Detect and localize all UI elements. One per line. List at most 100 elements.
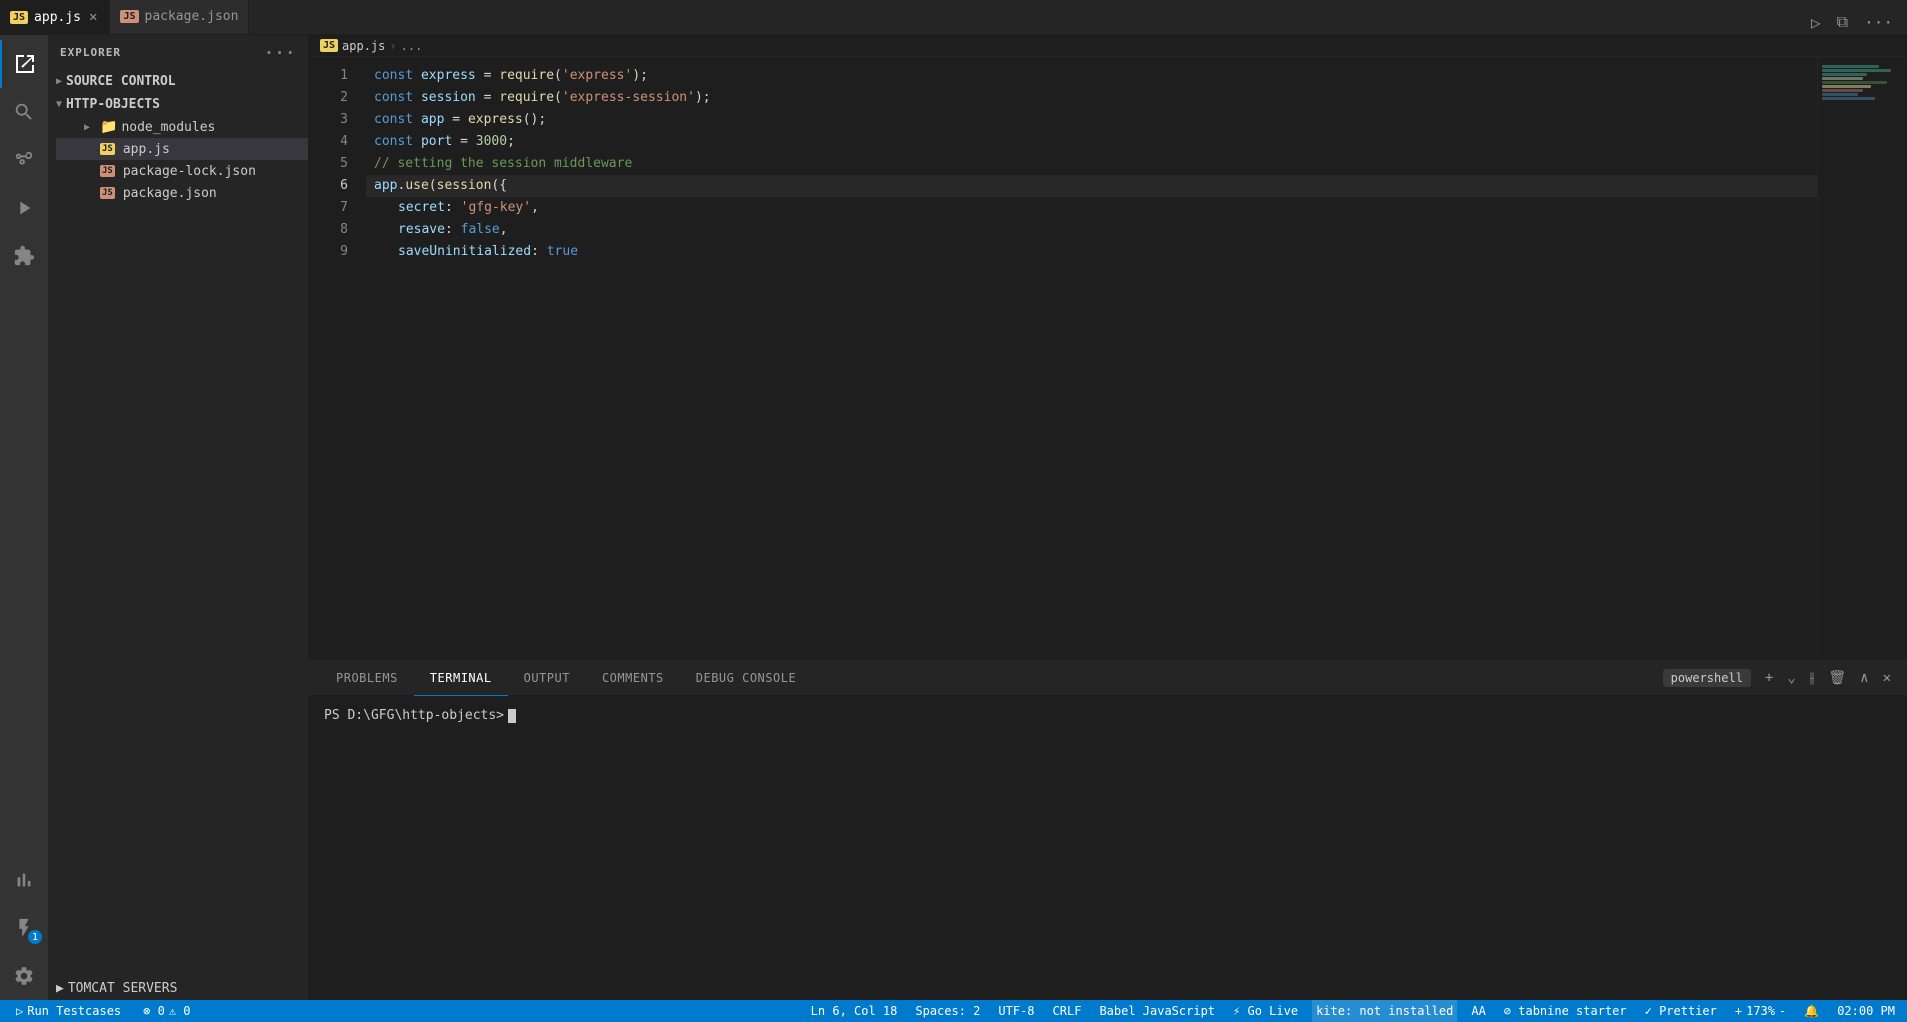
activity-item-run[interactable]	[0, 184, 48, 232]
close-terminal-button[interactable]: ✕	[1879, 668, 1895, 688]
zoom-control[interactable]: + 173% -	[1731, 1000, 1790, 1022]
run-button[interactable]: ▷	[1807, 11, 1825, 34]
activity-item-source-control[interactable]	[0, 136, 48, 184]
status-left: ▷ Run Testcases ⊗ 0 ⚠ 0	[8, 1000, 195, 1022]
encoding-button[interactable]: UTF-8	[994, 1000, 1038, 1022]
tab-terminal[interactable]: TERMINAL	[414, 661, 508, 696]
terminal-prompt: PS D:\GFG\http-objects>	[324, 708, 1891, 723]
tab-bar-actions: ▷ ⧉ ···	[1807, 10, 1907, 34]
language-label: Babel JavaScript	[1099, 1004, 1215, 1018]
prettier-button[interactable]: ✓ Prettier	[1641, 1000, 1721, 1022]
code-line-1: const express = require('express');	[366, 65, 1817, 87]
tree-item-node-modules[interactable]: ▶ 📁 node_modules	[56, 116, 308, 138]
go-live-button[interactable]: ⚡ Go Live	[1229, 1000, 1302, 1022]
minimap	[1817, 57, 1907, 660]
prettier-label: ✓ Prettier	[1645, 1004, 1717, 1018]
more-actions-button[interactable]: ···	[1860, 11, 1897, 34]
sidebar: EXPLORER ··· ▶ SOURCE CONTROL ▼ HTTP-OBJ…	[48, 35, 308, 1000]
sidebar-tree: ▶ 📁 node_modules JS app.js JS package-lo…	[48, 116, 308, 204]
line-col-label: Ln 6, Col 18	[811, 1004, 898, 1018]
line-col-button[interactable]: Ln 6, Col 18	[807, 1000, 902, 1022]
tab-label-app-js: app.js	[34, 10, 81, 25]
tab-problems-label: PROBLEMS	[336, 671, 398, 685]
time-display: 02:00 PM	[1837, 1004, 1895, 1018]
tab-app-js[interactable]: JS app.js ✕	[0, 0, 110, 34]
tomcat-label: TOMCAT SERVERS	[68, 981, 178, 996]
tab-package-json[interactable]: JS package.json	[110, 0, 249, 34]
encoding-label: UTF-8	[998, 1004, 1034, 1018]
split-editor-button[interactable]: ⧉	[1833, 10, 1852, 34]
breadcrumb-sep: ›	[389, 39, 396, 53]
kite-button[interactable]: kite: not installed	[1312, 1000, 1457, 1022]
go-live-label: ⚡ Go Live	[1233, 1004, 1298, 1018]
spaces-label: Spaces: 2	[915, 1004, 980, 1018]
breadcrumb-js-icon: JS	[320, 39, 338, 52]
tab-debug-console[interactable]: DEBUG CONSOLE	[680, 661, 812, 696]
tab-comments[interactable]: COMMENTS	[586, 661, 680, 696]
trash-terminal-button[interactable]: 🗑	[1824, 668, 1850, 688]
code-line-8: resave: false,	[366, 219, 1817, 241]
add-terminal-button[interactable]: +	[1761, 668, 1777, 688]
line-ending-button[interactable]: CRLF	[1049, 1000, 1086, 1022]
code-line-6: app.use(session({	[366, 175, 1817, 197]
activity-item-settings[interactable]	[0, 952, 48, 1000]
tab-terminal-label: TERMINAL	[430, 671, 492, 685]
json-icon-tab: JS	[120, 10, 138, 23]
breadcrumb-dots[interactable]: ...	[401, 39, 423, 53]
package-json-label: package.json	[123, 186, 217, 201]
tab-label-package-json: package.json	[145, 9, 239, 24]
errors-button[interactable]: ⊗ 0 ⚠ 0	[139, 1000, 194, 1022]
sidebar-more-actions[interactable]: ···	[264, 43, 296, 62]
time-label: 02:00 PM	[1833, 1000, 1899, 1022]
code-editor[interactable]: 1 2 3 4 5 6 7 8 9 const express = requir…	[308, 57, 1907, 660]
tomcat-section[interactable]: ▶ TOMCAT SERVERS	[48, 977, 308, 1000]
code-line-3: const app = express();	[366, 109, 1817, 131]
tree-item-package-json[interactable]: JS package.json	[56, 182, 308, 204]
tab-close-app-js[interactable]: ✕	[87, 9, 99, 25]
notification-button[interactable]: 🔔	[1800, 1000, 1823, 1022]
tab-output[interactable]: OUTPUT	[508, 661, 586, 696]
language-button[interactable]: Babel JavaScript	[1095, 1000, 1219, 1022]
activity-item-charts[interactable]	[0, 856, 48, 904]
http-objects-section[interactable]: ▼ HTTP-OBJECTS	[48, 93, 308, 116]
terminal-cursor	[508, 709, 516, 723]
terminal-content[interactable]: PS D:\GFG\http-objects>	[308, 696, 1907, 1000]
spaces-button[interactable]: Spaces: 2	[911, 1000, 984, 1022]
aa-label: AA	[1471, 1004, 1485, 1018]
activity-item-lightning[interactable]: 1	[0, 904, 48, 952]
run-testcases-button[interactable]: ▷ Run Testcases	[8, 1000, 129, 1022]
run-testcases-label: Run Testcases	[27, 1004, 121, 1018]
tree-item-app-js[interactable]: JS app.js	[56, 138, 308, 160]
minus-label: -	[1779, 1004, 1786, 1018]
maximize-terminal-button[interactable]: ∧	[1856, 668, 1872, 688]
code-line-2: const session = require('express-session…	[366, 87, 1817, 109]
aa-button[interactable]: AA	[1467, 1000, 1489, 1022]
activity-bar: 1	[0, 35, 48, 1000]
node-modules-chevron: ▶	[84, 122, 96, 133]
terminal-prompt-text: PS D:\GFG\http-objects>	[324, 708, 504, 723]
terminal-panel: PROBLEMS TERMINAL OUTPUT COMMENTS DEBUG …	[308, 660, 1907, 1000]
source-control-label: SOURCE CONTROL	[66, 74, 176, 89]
breadcrumb: JS app.js › ...	[308, 35, 1907, 57]
lock-icon-sidebar: JS	[100, 165, 115, 177]
activity-item-extensions[interactable]	[0, 232, 48, 280]
tabnine-button[interactable]: ⊘ tabnine starter	[1500, 1000, 1631, 1022]
code-content[interactable]: const express = require('express'); cons…	[358, 57, 1817, 660]
tab-debug-console-label: DEBUG CONSOLE	[696, 671, 796, 685]
terminal-chevron-button[interactable]: ⌄	[1783, 668, 1799, 688]
warnings-label: ⚠ 0	[169, 1004, 191, 1018]
tomcat-chevron: ▶	[56, 981, 64, 996]
tab-output-label: OUTPUT	[524, 671, 570, 685]
activity-item-search[interactable]	[0, 88, 48, 136]
node-modules-label: node_modules	[121, 120, 215, 135]
source-control-section[interactable]: ▶ SOURCE CONTROL	[48, 70, 308, 93]
tree-item-package-lock[interactable]: JS package-lock.json	[56, 160, 308, 182]
code-line-9: saveUninitialized: true	[366, 241, 1817, 263]
breadcrumb-file[interactable]: app.js	[342, 39, 385, 53]
tab-problems[interactable]: PROBLEMS	[320, 661, 414, 696]
tabnine-label: ⊘ tabnine starter	[1504, 1004, 1627, 1018]
zoom-label: 173%	[1746, 1004, 1775, 1018]
package-lock-label: package-lock.json	[123, 164, 256, 179]
split-terminal-button[interactable]: ⫲	[1806, 668, 1819, 688]
activity-item-explorer[interactable]	[0, 40, 48, 88]
